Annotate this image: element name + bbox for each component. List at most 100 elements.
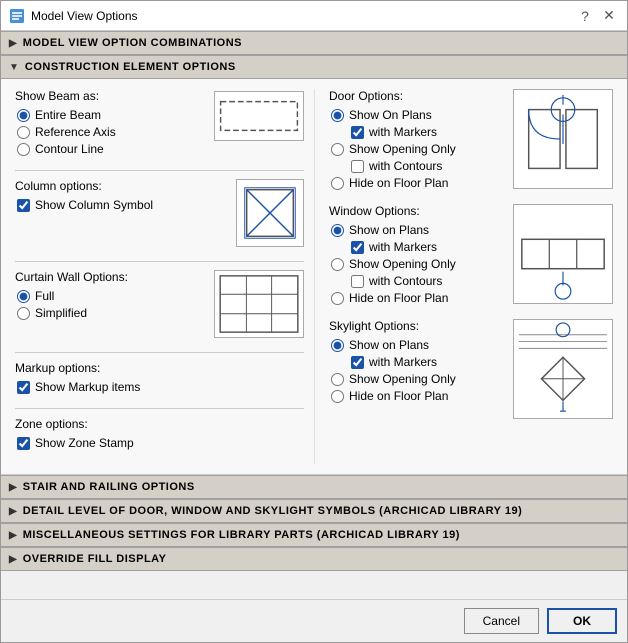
markup-items-checkbox[interactable]: [17, 381, 30, 394]
skylight-row: Skylight Options: Show on Plans with Mar…: [329, 319, 613, 419]
title-bar: Model View Options ? ✕: [1, 1, 627, 31]
window-with-markers-checkbox[interactable]: [351, 241, 364, 254]
dialog-title: Model View Options: [31, 9, 138, 23]
column-symbol-item: Show Column Symbol: [17, 198, 226, 212]
dialog: Model View Options ? ✕ ▶ MODEL VIEW OPTI…: [0, 0, 628, 643]
left-column: Show Beam as: Entire Beam Reference Axis: [15, 89, 315, 464]
window-opening-only-radio[interactable]: [331, 258, 344, 271]
column-preview: [236, 179, 304, 247]
door-hide-item: Hide on Floor Plan: [331, 176, 503, 190]
beam-entire-label[interactable]: Entire Beam: [35, 108, 101, 122]
beam-contour-radio[interactable]: [17, 143, 30, 156]
window-show-on-plans-label[interactable]: Show on Plans: [349, 223, 429, 237]
window-label: Window Options:: [329, 204, 503, 218]
window-group: Window Options: Show on Plans with Marke…: [329, 204, 613, 305]
window-hide-radio[interactable]: [331, 292, 344, 305]
section-misc-settings[interactable]: ▶ MISCELLANEOUS SETTINGS FOR LIBRARY PAR…: [1, 523, 627, 547]
window-with-contours-label[interactable]: with Contours: [369, 274, 442, 288]
beam-row: Show Beam as: Entire Beam Reference Axis: [15, 89, 304, 156]
skylight-options-inner: Skylight Options: Show on Plans with Mar…: [329, 319, 503, 403]
skylight-opening-only-item: Show Opening Only: [331, 372, 503, 386]
door-hide-radio[interactable]: [331, 177, 344, 190]
window-show-on-plans-radio[interactable]: [331, 224, 344, 237]
beam-entire-item: Entire Beam: [17, 108, 204, 122]
skylight-opening-only-radio[interactable]: [331, 373, 344, 386]
beam-refaxis-radio[interactable]: [17, 126, 30, 139]
window-with-markers-label[interactable]: with Markers: [369, 240, 437, 254]
window-row: Window Options: Show on Plans with Marke…: [329, 204, 613, 305]
beam-label: Show Beam as:: [15, 89, 204, 103]
door-preview: [513, 89, 613, 189]
section-label-stair: STAIR AND RAILING OPTIONS: [23, 481, 195, 493]
section-label-misc: MISCELLANEOUS SETTINGS FOR LIBRARY PARTS…: [23, 529, 460, 541]
close-button[interactable]: ✕: [599, 6, 619, 26]
beam-refaxis-label[interactable]: Reference Axis: [35, 125, 116, 139]
beam-contour-item: Contour Line: [17, 142, 204, 156]
door-with-contours-label[interactable]: with Contours: [369, 159, 442, 173]
curtain-full-radio[interactable]: [17, 290, 30, 303]
skylight-hide-radio[interactable]: [331, 390, 344, 403]
skylight-opening-only-label[interactable]: Show Opening Only: [349, 372, 456, 386]
door-show-on-plans-radio[interactable]: [331, 109, 344, 122]
door-opening-only-radio[interactable]: [331, 143, 344, 156]
door-radio-group: Show On Plans with Markers Show Opening …: [331, 108, 503, 190]
column-label: Column options:: [15, 179, 226, 193]
title-bar-buttons: ? ✕: [575, 6, 619, 26]
column-symbol-checkbox[interactable]: [17, 199, 30, 212]
section-construction[interactable]: ▼ CONSTRUCTION ELEMENT OPTIONS: [1, 55, 627, 79]
markup-items-label[interactable]: Show Markup items: [35, 380, 140, 394]
skylight-radio-group: Show on Plans with Markers Show Opening …: [331, 338, 503, 403]
door-with-markers-checkbox[interactable]: [351, 126, 364, 139]
app-icon: [9, 8, 25, 24]
door-hide-label[interactable]: Hide on Floor Plan: [349, 176, 448, 190]
column-symbol-label[interactable]: Show Column Symbol: [35, 198, 153, 212]
beam-entire-radio[interactable]: [17, 109, 30, 122]
window-opening-only-label[interactable]: Show Opening Only: [349, 257, 456, 271]
right-column: Door Options: Show On Plans with Markers: [315, 89, 613, 464]
section-detail-level[interactable]: ▶ DETAIL LEVEL OF DOOR, WINDOW AND SKYLI…: [1, 499, 627, 523]
section-stair-railing[interactable]: ▶ STAIR AND RAILING OPTIONS: [1, 475, 627, 499]
skylight-hide-label[interactable]: Hide on Floor Plan: [349, 389, 448, 403]
two-col-layout: Show Beam as: Entire Beam Reference Axis: [15, 89, 613, 464]
zone-stamp-label[interactable]: Show Zone Stamp: [35, 436, 134, 450]
section-override-fill[interactable]: ▶ OVERRIDE FILL DISPLAY: [1, 547, 627, 571]
section-label-construction: CONSTRUCTION ELEMENT OPTIONS: [25, 61, 236, 73]
skylight-with-markers-label[interactable]: with Markers: [369, 355, 437, 369]
beam-refaxis-item: Reference Axis: [17, 125, 204, 139]
skylight-show-on-plans-label[interactable]: Show on Plans: [349, 338, 429, 352]
door-show-on-plans-item: Show On Plans: [331, 108, 503, 122]
door-label: Door Options:: [329, 89, 503, 103]
beam-radio-group: Entire Beam Reference Axis Contour Line: [17, 108, 204, 156]
curtain-simplified-label[interactable]: Simplified: [35, 306, 87, 320]
skylight-show-on-plans-item: Show on Plans: [331, 338, 503, 352]
beam-contour-label[interactable]: Contour Line: [35, 142, 104, 156]
window-opening-only-item: Show Opening Only: [331, 257, 503, 271]
help-button[interactable]: ?: [575, 6, 595, 26]
door-with-contours-checkbox[interactable]: [351, 160, 364, 173]
markup-items-item: Show Markup items: [17, 380, 304, 394]
zone-stamp-checkbox[interactable]: [17, 437, 30, 450]
window-hide-label[interactable]: Hide on Floor Plan: [349, 291, 448, 305]
section-label-model-view: MODEL VIEW OPTION COMBINATIONS: [23, 37, 242, 49]
section-model-view[interactable]: ▶ MODEL VIEW OPTION COMBINATIONS: [1, 31, 627, 55]
door-with-contours-item: with Contours: [351, 159, 503, 173]
door-opening-only-item: Show Opening Only: [331, 142, 503, 156]
skylight-with-markers-checkbox[interactable]: [351, 356, 364, 369]
curtain-wall-label: Curtain Wall Options:: [15, 270, 204, 284]
skylight-show-on-plans-radio[interactable]: [331, 339, 344, 352]
curtain-preview: [214, 270, 304, 338]
window-with-markers-item: with Markers: [351, 240, 503, 254]
window-with-contours-checkbox[interactable]: [351, 275, 364, 288]
collapsed-sections: ▶ STAIR AND RAILING OPTIONS ▶ DETAIL LEV…: [1, 475, 627, 571]
cancel-button[interactable]: Cancel: [464, 608, 539, 634]
door-opening-only-label[interactable]: Show Opening Only: [349, 142, 456, 156]
window-show-on-plans-item: Show on Plans: [331, 223, 503, 237]
markup-label: Markup options:: [15, 361, 304, 375]
section-arrow-model-view: ▶: [9, 38, 17, 49]
curtain-full-item: Full: [17, 289, 204, 303]
curtain-simplified-radio[interactable]: [17, 307, 30, 320]
door-with-markers-label[interactable]: with Markers: [369, 125, 437, 139]
ok-button[interactable]: OK: [547, 608, 617, 634]
door-show-on-plans-label[interactable]: Show On Plans: [349, 108, 432, 122]
curtain-full-label[interactable]: Full: [35, 289, 54, 303]
